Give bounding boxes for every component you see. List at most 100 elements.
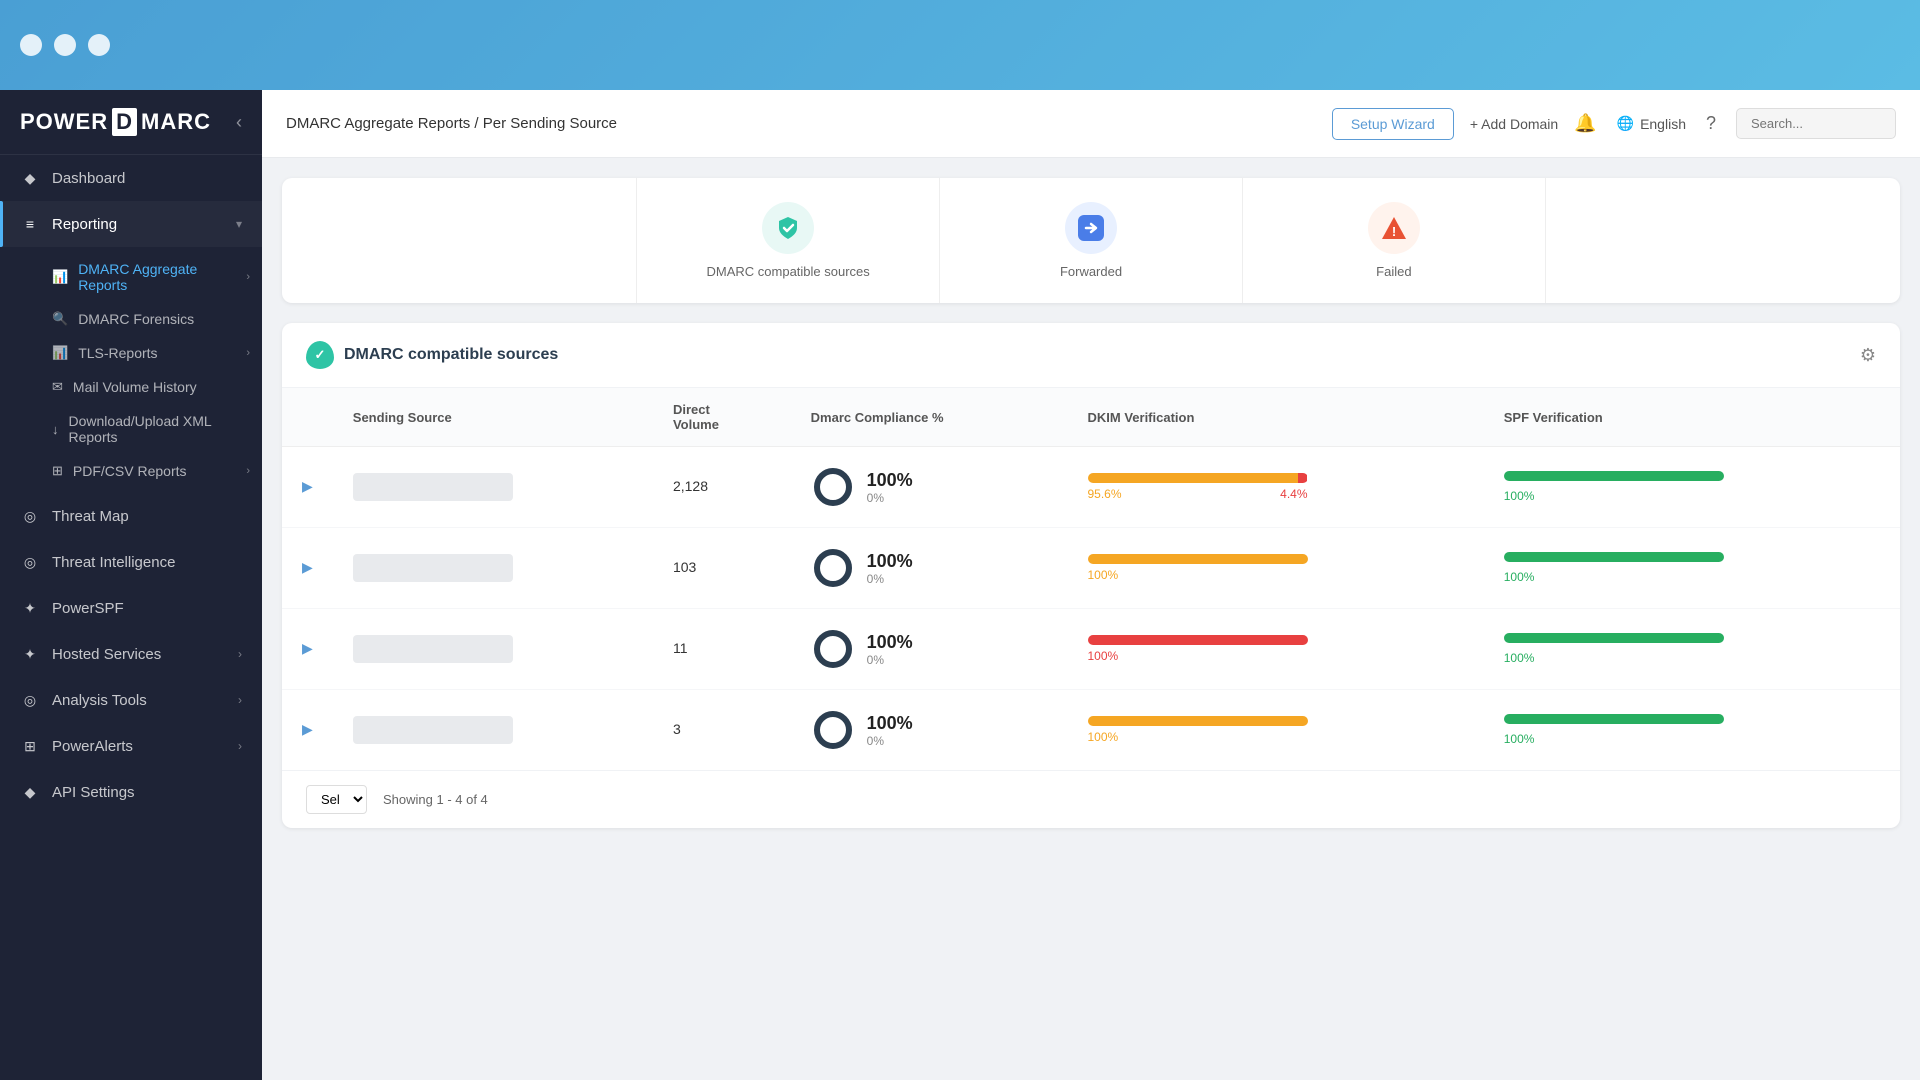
stat-card-failed[interactable]: ! Failed — [1243, 178, 1546, 303]
search-input[interactable] — [1736, 108, 1896, 139]
dkim-orange-pct: 95.6% — [1088, 487, 1122, 501]
table-section: ✓ DMARC compatible sources ⚙ Sending Sou… — [282, 323, 1900, 828]
spf-progress-bar — [1504, 633, 1724, 643]
table-row: ▶103 100% 0% 100% — [282, 528, 1900, 609]
col-spf-verification: SPF Verification — [1484, 388, 1900, 447]
sidebar-item-reporting[interactable]: ≡ Reporting ▾ — [0, 201, 262, 247]
table-header-row: Sending Source DirectVolume Dmarc Compli… — [282, 388, 1900, 447]
stat-card-forwarded[interactable]: Forwarded — [940, 178, 1243, 303]
sidebar-item-label: Dashboard — [52, 170, 125, 187]
source-cell — [353, 635, 633, 663]
stat-card-empty — [282, 178, 637, 303]
expand-button[interactable]: ▶ — [302, 721, 313, 738]
sidebar-item-pdf-csv[interactable]: ⊞ PDF/CSV Reports › — [52, 454, 262, 488]
sidebar-item-threat-map[interactable]: ◎ Threat Map — [0, 493, 262, 539]
expand-button[interactable]: ▶ — [302, 478, 313, 495]
source-cell — [353, 473, 633, 501]
dmarc-compliance-cell: 100% 0% — [811, 465, 1048, 509]
dmarc-compliance-cell: 100% 0% — [811, 708, 1048, 752]
data-table: Sending Source DirectVolume Dmarc Compli… — [282, 388, 1900, 770]
table-footer: Sel 10 25 Showing 1 - 4 of 4 — [282, 770, 1900, 828]
sidebar-item-tls-reports[interactable]: 📊 TLS-Reports › — [52, 336, 262, 370]
dot-maximize[interactable] — [88, 34, 110, 56]
chevron-right-icon: › — [238, 739, 242, 753]
sidebar-item-mail-volume[interactable]: ✉ Mail Volume History — [52, 370, 262, 404]
dmarc-compliance-pct: 100% — [867, 632, 913, 653]
sidebar-item-dashboard[interactable]: ◆ Dashboard — [0, 155, 262, 201]
dmarc-compliance-cell: 100% 0% — [811, 546, 1048, 590]
dmarc-compliance-pct: 100% — [867, 551, 913, 572]
stat-card-dmarc-compatible[interactable]: DMARC compatible sources — [637, 178, 940, 303]
source-name-placeholder — [353, 716, 513, 744]
dot-minimize[interactable] — [54, 34, 76, 56]
language-selector[interactable]: 🌐 English — [1617, 115, 1686, 132]
dkim-fill-orange — [1088, 554, 1308, 564]
top-header: DMARC Aggregate Reports / Per Sending So… — [262, 90, 1920, 158]
chevron-right-icon: › — [246, 271, 250, 283]
notification-icon[interactable]: 🔔 — [1574, 113, 1596, 134]
spf-progress-bar — [1504, 714, 1724, 724]
sidebar-item-label: Analysis Tools — [52, 692, 147, 709]
reporting-submenu: 📊 DMARC Aggregate Reports › 🔍 DMARC Fore… — [0, 247, 262, 493]
spf-progress-wrap: 100% — [1504, 714, 1880, 746]
dkim-fill-red — [1298, 473, 1308, 483]
chevron-down-icon: ▾ — [236, 217, 242, 231]
sidebar-subitem-label: TLS-Reports — [78, 345, 157, 361]
logo: POWER DMARC — [20, 108, 211, 136]
content-area: DMARC compatible sources Forwarded — [262, 158, 1920, 1080]
sidebar-item-powerSPF[interactable]: ✦ PowerSPF — [0, 585, 262, 631]
sidebar-item-label: API Settings — [52, 784, 135, 801]
dmarc-compliance-info: 100% 0% — [867, 551, 913, 586]
title-bar — [0, 0, 1920, 90]
dkim-progress-bar — [1088, 473, 1308, 483]
settings-icon[interactable]: ⚙ — [1860, 345, 1876, 366]
dmarc-compliance-sub: 0% — [867, 572, 913, 586]
sidebar-item-dmarc-forensics[interactable]: 🔍 DMARC Forensics — [52, 302, 262, 336]
dkim-progress-wrap: 100% — [1088, 716, 1464, 744]
table-section-title: ✓ DMARC compatible sources — [306, 341, 558, 369]
expand-button[interactable]: ▶ — [302, 559, 313, 576]
dkim-fill-red — [1088, 635, 1308, 645]
window-controls — [20, 34, 110, 56]
spf-progress-wrap: 100% — [1504, 552, 1880, 584]
failed-icon: ! — [1368, 202, 1420, 254]
spf-pct-label: 100% — [1504, 570, 1880, 584]
volume-value: 3 — [673, 721, 681, 737]
analysis-icon: ◎ — [20, 690, 40, 710]
sidebar-item-dmarc-aggregate[interactable]: 📊 DMARC Aggregate Reports › — [52, 252, 262, 302]
sidebar-item-power-alerts[interactable]: ⊞ PowerAlerts › — [0, 723, 262, 769]
donut-chart — [811, 708, 855, 752]
collapse-icon[interactable]: ‹ — [236, 112, 242, 133]
chevron-right-icon: › — [238, 693, 242, 707]
sidebar-item-api-settings[interactable]: ◆ API Settings — [0, 769, 262, 815]
mail-icon: ✉ — [52, 379, 63, 395]
tls-icon: 📊 — [52, 345, 68, 361]
dmarc-compliance-sub: 0% — [867, 653, 913, 667]
dkim-progress-wrap: 100% — [1088, 554, 1464, 582]
table-row: ▶ 3 100% 0% 100% — [282, 690, 1900, 771]
chevron-right-icon: › — [246, 465, 250, 477]
sidebar-subitem-label: PDF/CSV Reports — [73, 463, 187, 479]
stat-card-spacer — [1546, 178, 1900, 303]
sidebar-item-threat-intelligence[interactable]: ◎ Threat Intelligence — [0, 539, 262, 585]
sidebar-item-hosted-services[interactable]: ✦ Hosted Services › — [0, 631, 262, 677]
help-icon[interactable]: ? — [1706, 113, 1716, 134]
add-domain-button[interactable]: + Add Domain — [1470, 116, 1558, 132]
dmarc-compliance-info: 100% 0% — [867, 713, 913, 748]
dmarc-compliance-info: 100% 0% — [867, 632, 913, 667]
dot-close[interactable] — [20, 34, 42, 56]
sidebar-item-label: PowerSPF — [52, 600, 124, 617]
forwarded-icon — [1065, 202, 1117, 254]
active-indicator — [0, 201, 3, 247]
dkim-red-pct: 100% — [1088, 649, 1119, 663]
sidebar-item-download-xml[interactable]: ↓ Download/Upload XML Reports — [52, 404, 262, 454]
expand-button[interactable]: ▶ — [302, 640, 313, 657]
rows-per-page-select[interactable]: Sel 10 25 — [306, 785, 367, 814]
setup-wizard-button[interactable]: Setup Wizard — [1332, 108, 1454, 140]
source-cell — [353, 554, 633, 582]
stats-row: DMARC compatible sources Forwarded — [282, 178, 1900, 303]
sidebar-item-label: Hosted Services — [52, 646, 161, 663]
table-section-header: ✓ DMARC compatible sources ⚙ — [282, 323, 1900, 388]
alerts-icon: ⊞ — [20, 736, 40, 756]
sidebar-item-analysis-tools[interactable]: ◎ Analysis Tools › — [0, 677, 262, 723]
